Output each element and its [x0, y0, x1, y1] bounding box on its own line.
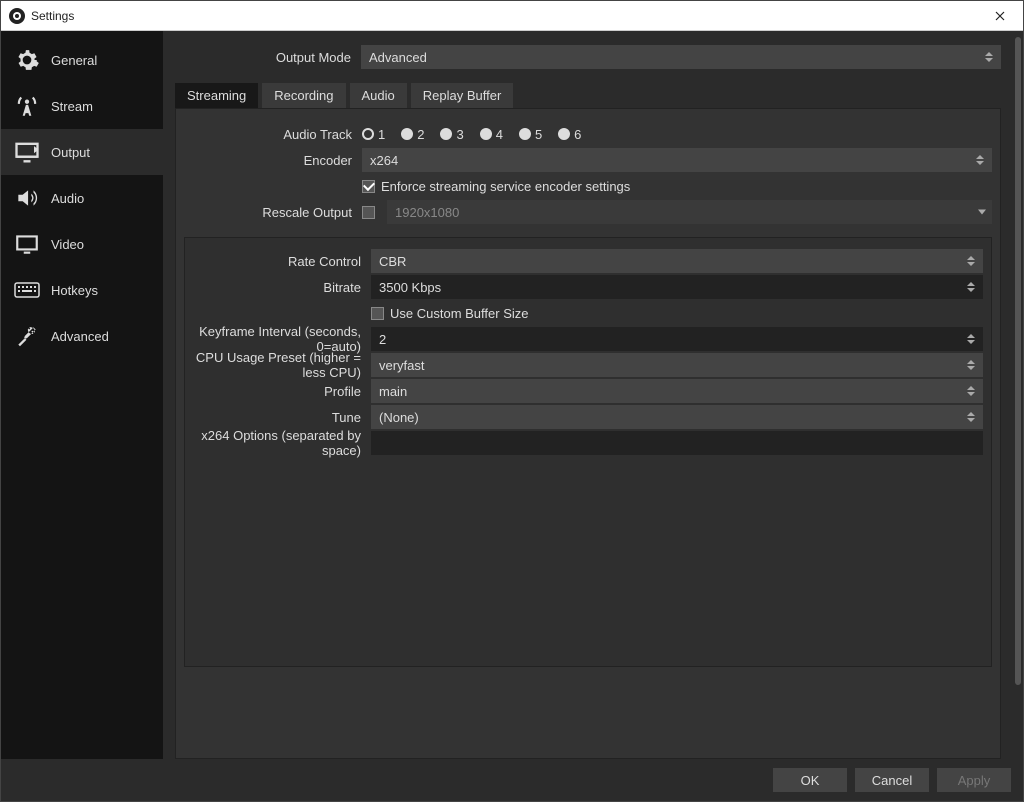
- tab-audio[interactable]: Audio: [350, 83, 407, 108]
- select-arrows-icon: [967, 407, 981, 427]
- client-area: General Stream Output: [1, 31, 1023, 801]
- app-logo-icon: [9, 8, 25, 24]
- sidebar-item-label: Advanced: [51, 329, 109, 344]
- sidebar-item-label: Video: [51, 237, 84, 252]
- sidebar-item-general[interactable]: General: [1, 37, 163, 83]
- encoder-select[interactable]: x264: [362, 148, 992, 172]
- audio-track-label: Audio Track: [176, 127, 362, 142]
- output-tabs: Streaming Recording Audio Replay Buffer: [175, 83, 1001, 108]
- sidebar-item-hotkeys[interactable]: Hotkeys: [1, 267, 163, 313]
- titlebar: Settings: [1, 1, 1023, 31]
- monitor-output-icon: [13, 138, 41, 166]
- sidebar-item-video[interactable]: Video: [1, 221, 163, 267]
- close-button[interactable]: [977, 1, 1023, 31]
- rescale-checkbox[interactable]: [362, 206, 375, 219]
- keyboard-icon: [13, 276, 41, 304]
- audio-track-radio-6[interactable]: [558, 128, 570, 140]
- bitrate-label: Bitrate: [185, 280, 371, 295]
- chevron-down-icon: [978, 210, 986, 215]
- tools-icon: [13, 322, 41, 350]
- rate-control-label: Rate Control: [185, 254, 371, 269]
- tune-label: Tune: [185, 410, 371, 425]
- x264opts-label: x264 Options (separated by space): [185, 428, 371, 458]
- cancel-button[interactable]: Cancel: [855, 768, 929, 792]
- settings-window: Settings General Stream: [0, 0, 1024, 802]
- bitrate-input[interactable]: 3500 Kbps: [371, 275, 983, 299]
- cpu-preset-label: CPU Usage Preset (higher = less CPU): [185, 350, 371, 380]
- sidebar-item-label: Audio: [51, 191, 84, 206]
- speaker-icon: [13, 184, 41, 212]
- profile-select[interactable]: main: [371, 379, 983, 403]
- dialog-footer: OK Cancel Apply: [1, 759, 1023, 801]
- audio-track-radio-2[interactable]: [401, 128, 413, 140]
- sidebar-item-label: Hotkeys: [51, 283, 98, 298]
- rescale-label: Rescale Output: [176, 205, 362, 220]
- profile-label: Profile: [185, 384, 371, 399]
- rescale-select: 1920x1080: [387, 200, 992, 224]
- window-title: Settings: [31, 9, 74, 23]
- enforce-encoder-label: Enforce streaming service encoder settin…: [381, 179, 630, 194]
- audio-track-radio-1[interactable]: [362, 128, 374, 140]
- sidebar-item-advanced[interactable]: Advanced: [1, 313, 163, 359]
- select-arrows-icon: [985, 47, 999, 67]
- select-arrows-icon: [967, 251, 981, 271]
- tab-streaming[interactable]: Streaming: [175, 83, 258, 108]
- audio-track-radio-3[interactable]: [440, 128, 452, 140]
- sidebar-item-label: Stream: [51, 99, 93, 114]
- sidebar-item-output[interactable]: Output: [1, 129, 163, 175]
- sidebar-item-stream[interactable]: Stream: [1, 83, 163, 129]
- audio-track-radio-5[interactable]: [519, 128, 531, 140]
- antenna-icon: [13, 92, 41, 120]
- x264opts-input[interactable]: [371, 431, 983, 455]
- custom-buffer-label: Use Custom Buffer Size: [390, 306, 528, 321]
- encoder-settings-panel: Rate Control CBR Bitrate: [184, 237, 992, 667]
- custom-buffer-checkbox[interactable]: [371, 307, 384, 320]
- content-area: Output Mode Advanced Streaming Recording…: [163, 31, 1013, 759]
- enforce-encoder-checkbox[interactable]: [362, 180, 375, 193]
- tab-recording[interactable]: Recording: [262, 83, 345, 108]
- close-icon: [995, 11, 1005, 21]
- scrollbar-thumb[interactable]: [1015, 37, 1021, 685]
- sidebar-item-label: Output: [51, 145, 90, 160]
- sidebar: General Stream Output: [1, 31, 163, 759]
- rate-control-select[interactable]: CBR: [371, 249, 983, 273]
- spinner-arrows-icon[interactable]: [967, 329, 981, 349]
- gear-icon: [13, 46, 41, 74]
- cpu-preset-select[interactable]: veryfast: [371, 353, 983, 377]
- keyframe-input[interactable]: 2: [371, 327, 983, 351]
- apply-button[interactable]: Apply: [937, 768, 1011, 792]
- sidebar-item-label: General: [51, 53, 97, 68]
- output-mode-label: Output Mode: [175, 50, 361, 65]
- audio-track-radio-4[interactable]: [480, 128, 492, 140]
- select-arrows-icon: [967, 355, 981, 375]
- vertical-scrollbar[interactable]: [1013, 31, 1023, 759]
- monitor-icon: [13, 230, 41, 258]
- audio-track-group: 1 2 3 4 5 6: [362, 127, 992, 142]
- output-mode-value: Advanced: [369, 50, 427, 65]
- tune-select[interactable]: (None): [371, 405, 983, 429]
- output-mode-row: Output Mode Advanced: [175, 45, 1001, 69]
- sidebar-item-audio[interactable]: Audio: [1, 175, 163, 221]
- encoder-label: Encoder: [176, 153, 362, 168]
- output-mode-select[interactable]: Advanced: [361, 45, 1001, 69]
- streaming-panel: Audio Track 1 2 3 4 5 6: [175, 108, 1001, 759]
- spinner-arrows-icon[interactable]: [967, 277, 981, 297]
- ok-button[interactable]: OK: [773, 768, 847, 792]
- select-arrows-icon: [976, 150, 990, 170]
- tab-replay-buffer[interactable]: Replay Buffer: [411, 83, 514, 108]
- select-arrows-icon: [967, 381, 981, 401]
